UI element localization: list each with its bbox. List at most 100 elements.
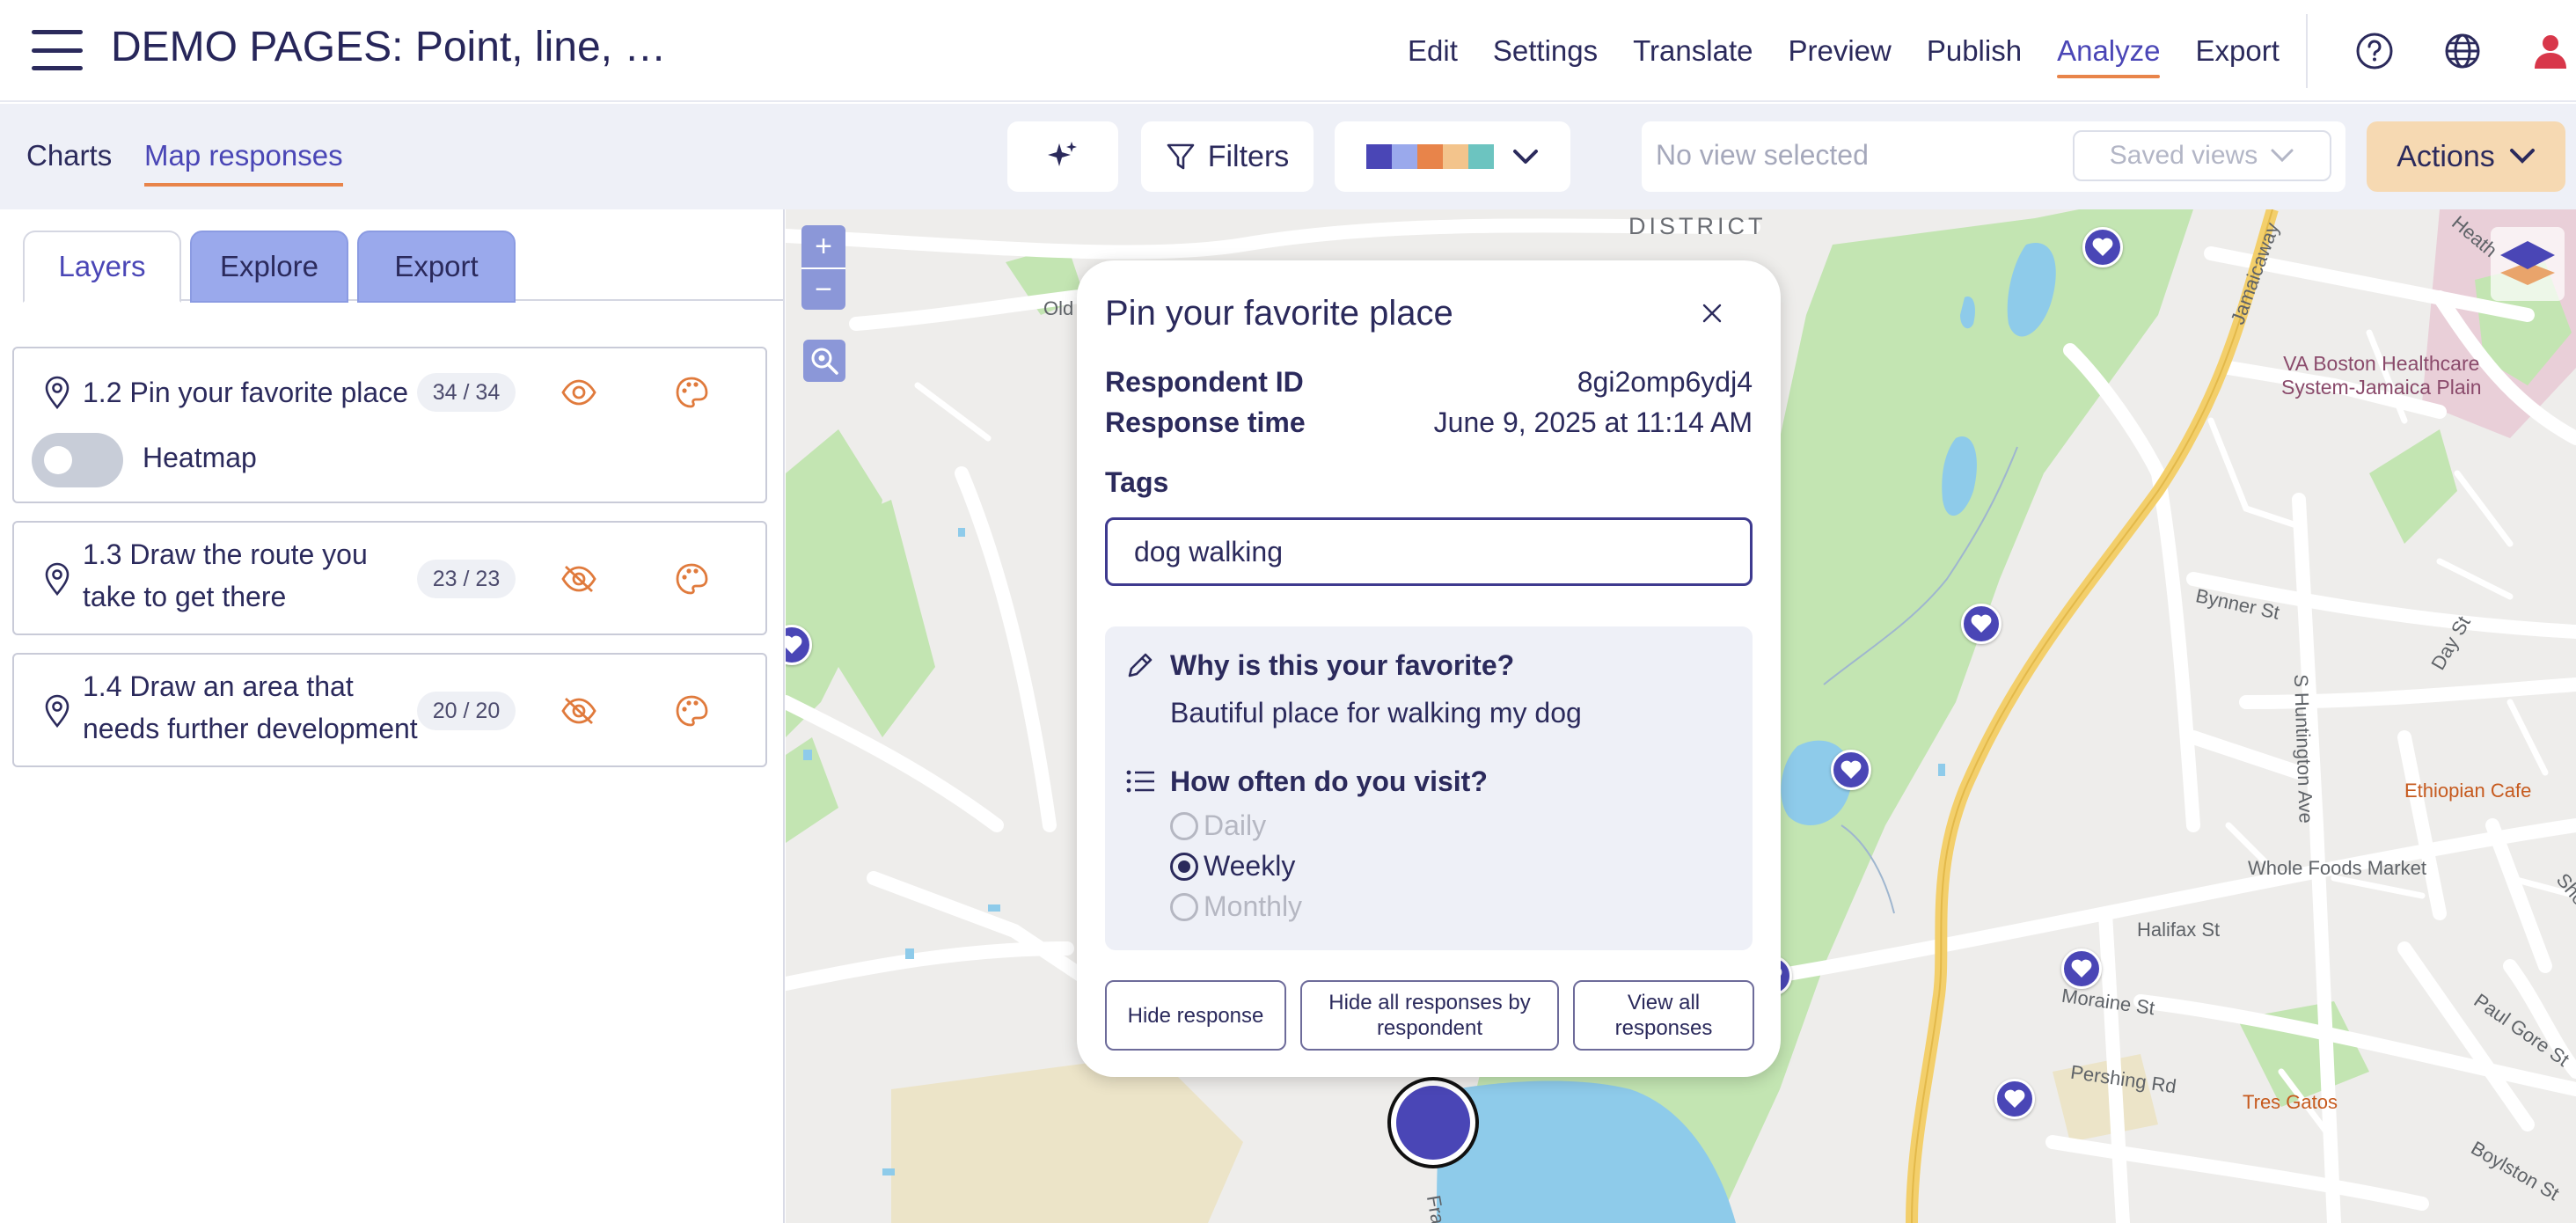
nav-settings[interactable]: Settings: [1493, 17, 1598, 85]
tags-label: Tags: [1105, 466, 1169, 498]
zoom-in-button[interactable]: +: [801, 225, 845, 267]
tab-export[interactable]: Export: [357, 231, 516, 303]
zoom-out-button[interactable]: −: [801, 267, 845, 310]
heart-pin-icon[interactable]: [1994, 1079, 2035, 1119]
question-title: How often do you visit?: [1170, 765, 1488, 797]
layer-card-draw-route[interactable]: 1.3 Draw the route you take to get there…: [12, 521, 767, 635]
heart-pin-icon[interactable]: [2061, 948, 2102, 989]
response-time-label: Response time: [1105, 406, 1306, 438]
hide-response-button[interactable]: Hide response: [1105, 980, 1286, 1051]
main-nav: Edit Settings Translate Preview Publish …: [1408, 0, 2576, 102]
button-label-line: View all: [1627, 991, 1701, 1014]
radio-option-daily[interactable]: Daily: [1170, 809, 1266, 842]
menu-icon[interactable]: [32, 30, 83, 70]
map-pin-icon: [45, 376, 70, 410]
nav-translate[interactable]: Translate: [1633, 17, 1753, 85]
response-count-badge: 23 / 23: [417, 560, 516, 598]
palette-icon[interactable]: [672, 373, 711, 412]
layer-title-line: needs further development: [83, 713, 418, 744]
chevron-down-icon: [1512, 150, 1538, 164]
heatmap-toggle[interactable]: [32, 433, 123, 487]
eye-icon[interactable]: [560, 373, 598, 412]
close-icon[interactable]: [1696, 297, 1728, 329]
response-count-badge: 34 / 34: [417, 373, 516, 412]
page-title: DEMO PAGES: Point, line, …: [111, 24, 667, 70]
layer-card-pin-favorite-place[interactable]: 1.2 Pin your favorite place 34 / 34 Heat…: [12, 347, 767, 503]
nav-publish[interactable]: Publish: [1927, 17, 2022, 85]
nav-preview[interactable]: Preview: [1788, 17, 1891, 85]
palette-icon[interactable]: [672, 692, 711, 730]
color-swatch: [1365, 144, 1392, 169]
radio-option-weekly[interactable]: Weekly: [1170, 850, 1295, 882]
layer-title-line: take to get there: [83, 581, 287, 612]
map-label: Ethiopian Cafe: [2404, 780, 2532, 802]
filters-button[interactable]: Filters: [1141, 121, 1314, 192]
nav-analyze[interactable]: Analyze: [2057, 17, 2161, 85]
user-icon[interactable]: [2529, 30, 2572, 72]
map-label-line: VA Boston Healthcare: [2283, 352, 2480, 375]
tab-map-responses[interactable]: Map responses: [144, 139, 343, 187]
map-label: Whole Foods Market: [2248, 857, 2426, 879]
tab-layers[interactable]: Layers: [23, 231, 181, 303]
palette-swatches: [1365, 144, 1494, 169]
palette-icon[interactable]: [672, 560, 711, 598]
nav-divider: [2305, 14, 2308, 88]
question-title: Why is this your favorite?: [1170, 649, 1515, 681]
pencil-icon: [1123, 648, 1158, 683]
globe-icon[interactable]: [2441, 30, 2484, 72]
color-swatch: [1416, 144, 1443, 169]
map-layers-icon[interactable]: [2491, 227, 2565, 301]
color-palette-dropdown[interactable]: [1335, 121, 1570, 192]
sub-toolbar: Charts Map responses Filters No view sel…: [0, 104, 2576, 209]
panel-tabs: Layers Explore Export: [23, 231, 783, 303]
nav-export[interactable]: Export: [2195, 17, 2279, 85]
radio-option-monthly[interactable]: Monthly: [1170, 890, 1302, 923]
tab-charts[interactable]: Charts: [26, 139, 112, 183]
layer-title: 1.4 Draw an area that needs further deve…: [83, 665, 418, 750]
filter-icon: [1167, 143, 1195, 170]
button-label: Hide all responses by respondent: [1328, 990, 1530, 1041]
ai-insights-button[interactable]: [1007, 121, 1118, 192]
question-answer: Bautiful place for walking my dog: [1170, 697, 1582, 729]
eye-off-icon[interactable]: [560, 560, 598, 598]
button-label-line: respondent: [1376, 1016, 1483, 1040]
map-pin-icon: [45, 562, 70, 597]
color-swatch: [1467, 144, 1494, 169]
respondent-id-value: 8gi2omp6ydj4: [1577, 366, 1753, 398]
saved-views-dropdown[interactable]: Saved views: [2073, 130, 2331, 181]
nav-edit[interactable]: Edit: [1408, 17, 1458, 85]
zoom-to-fit-icon[interactable]: [803, 340, 845, 382]
button-label: View all responses: [1615, 990, 1713, 1041]
heart-pin-icon[interactable]: [1961, 604, 2002, 644]
map-label: DISTRICT: [1628, 213, 1767, 239]
tags-input[interactable]: [1105, 517, 1753, 586]
layer-title: 1.2 Pin your favorite place: [83, 377, 408, 408]
eye-off-icon[interactable]: [560, 692, 598, 730]
map-label: VA Boston Healthcare System-Jamaica Plai…: [2281, 352, 2482, 399]
filters-label: Filters: [1207, 139, 1290, 173]
popup-title: Pin your favorite place: [1105, 294, 1453, 333]
layer-title-line: 1.4 Draw an area that: [83, 670, 354, 702]
map-label: Fra: [1422, 1193, 1450, 1223]
response-count-badge: 20 / 20: [417, 692, 516, 730]
list-icon: [1123, 764, 1158, 799]
help-icon[interactable]: [2353, 30, 2396, 72]
view-placeholder: No view selected: [1656, 139, 1869, 171]
heart-pin-icon[interactable]: [1831, 750, 1871, 790]
respondent-id-label: Respondent ID: [1105, 366, 1304, 398]
map-label: Halifax St: [2137, 919, 2221, 941]
response-popup: Pin your favorite place Respondent ID 8g…: [1077, 260, 1781, 1077]
response-time-value: June 9, 2025 at 11:14 AM: [1433, 406, 1753, 438]
view-all-responses-button[interactable]: View all responses: [1573, 980, 1754, 1051]
chevron-down-icon: [2509, 149, 2535, 164]
button-label-line: responses: [1614, 1016, 1713, 1040]
zoom-control: + −: [801, 225, 845, 310]
layer-card-draw-area[interactable]: 1.4 Draw an area that needs further deve…: [12, 653, 767, 767]
view-selector[interactable]: No view selected Saved views: [1642, 121, 2345, 192]
selected-response-pin[interactable]: [1391, 1080, 1475, 1165]
heart-pin-icon[interactable]: [2082, 227, 2123, 267]
tab-explore[interactable]: Explore: [190, 231, 348, 303]
hide-all-responses-button[interactable]: Hide all responses by respondent: [1300, 980, 1559, 1051]
chevron-down-icon: [2271, 149, 2294, 163]
actions-button[interactable]: Actions: [2367, 121, 2565, 192]
